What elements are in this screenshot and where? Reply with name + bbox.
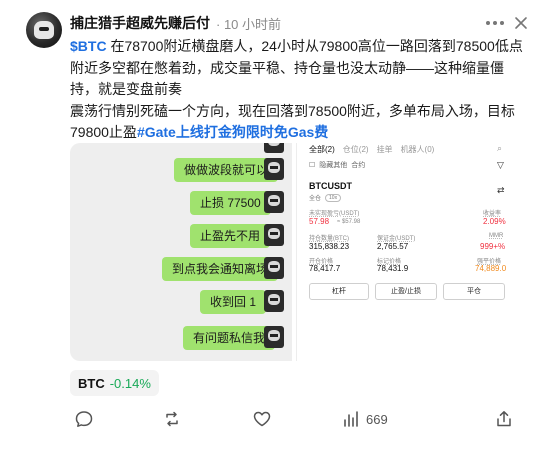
chat-bubble: 做做波段就可以 [174, 158, 279, 182]
post-paragraph-2: 震荡行情别死磕一个方向，现在回落到78500附近，多单布局入场，目标79800止… [70, 101, 528, 144]
chat-avatar [264, 326, 284, 348]
post-paragraph-1: $BTC 在78700附近横盘磨人，24小时从79800高位一路回落到78500… [70, 36, 528, 101]
leverage-button: 杠杆 [309, 283, 369, 300]
post-body: $BTC 在78700附近横盘磨人，24小时从79800高位一路回落到78500… [70, 36, 528, 144]
checkbox-icon: ☐ [309, 162, 316, 169]
cashtag-link[interactable]: $BTC [70, 38, 107, 54]
trade-screenshot: 全部(2) 仓位(2) 挂单 机器人(0) ⌕ ☐ 隐藏其他 合约 ▽ BTCU… [296, 143, 516, 361]
post-text-1: 在78700附近横盘磨人，24小时从79800高位一路回落到78500低点附近多… [70, 38, 523, 97]
trade-label: 持仓数量(BTC) [309, 236, 349, 242]
chat-avatar [264, 257, 284, 279]
trade-subtab: 合约 [351, 162, 366, 169]
close-icon[interactable] [512, 14, 530, 32]
repost-button[interactable] [162, 408, 182, 430]
mark-value: 78,431.9 [377, 264, 409, 273]
share-icon [497, 411, 511, 427]
bar-chart-icon [344, 411, 358, 427]
share-icon: ⇄ [497, 185, 505, 195]
heart-icon [253, 411, 271, 427]
filter-icon: ▽ [497, 160, 504, 170]
trade-tab: 全部(2) [309, 145, 335, 154]
entry-value: 78,417.7 [309, 264, 341, 273]
post-time: · 10 小时前 [216, 16, 282, 32]
chat-avatar [264, 224, 284, 246]
like-button[interactable] [252, 408, 272, 430]
chat-bubble: 收到回 1 [200, 290, 267, 314]
views-counter: 669 [342, 408, 388, 430]
upnl-sub-value: ≈ $57.98 [337, 219, 361, 225]
chat-avatar [264, 290, 284, 312]
trade-pair-sub: 全仓 10x [309, 193, 342, 202]
trade-subtab: 隐藏其他 [319, 162, 348, 169]
more-options-icon[interactable] [486, 18, 506, 28]
chat-screenshot: 做做波段就可以 止损 77500 止盈先不用 到点我会通知离场 收到回 1 有问… [70, 143, 292, 361]
ticker-chip[interactable]: BTC -0.14% [70, 370, 159, 396]
trade-tab: 挂单 [376, 145, 393, 154]
share-button[interactable] [494, 408, 514, 430]
repost-icon [166, 411, 178, 427]
post-card: 捕庄猎手超威先赚后付 · 10 小时前 $BTC 在78700附近横盘磨人，24… [0, 0, 547, 454]
ticker-change: -0.14% [109, 375, 151, 391]
upnl-value: 57.98 [309, 217, 330, 226]
chat-bubble: 止盈先不用 [190, 224, 271, 248]
trade-label: 收益率 [483, 211, 502, 217]
trade-pair: BTCUSDT [309, 181, 352, 191]
action-bar: 669 [70, 408, 520, 430]
tpsl-button: 止盈/止损 [375, 283, 437, 300]
trade-label: 未实现盈亏(USDT) [309, 211, 360, 217]
chat-bubble: 有问题私信我 [183, 326, 276, 350]
trade-tab: 机器人(0) [400, 145, 435, 154]
comment-icon [75, 411, 93, 427]
trade-label: MMR [489, 233, 504, 239]
hashtag-link[interactable]: #Gate上线打金狗限时免Gas费 [137, 124, 328, 140]
margin-value: 2,765.57 [377, 242, 409, 251]
post-header: 捕庄猎手超威先赚后付 · 10 小时前 [70, 14, 281, 32]
margin-mode: 全仓 [309, 196, 322, 202]
roe-value: 2.09% [483, 217, 506, 226]
trade-subtabs: ☐ 隐藏其他 合约 [309, 160, 365, 170]
chat-avatar [264, 191, 284, 213]
chat-avatar [264, 143, 284, 153]
avatar[interactable] [26, 12, 62, 48]
liq-value: 74,889.0 [475, 264, 507, 273]
comment-button[interactable] [74, 408, 94, 430]
chat-bubble: 止损 77500 [190, 191, 271, 215]
post-image[interactable]: 做做波段就可以 止损 77500 止盈先不用 到点我会通知离场 收到回 1 有问… [70, 143, 516, 361]
trade-tab: 仓位(2) [342, 145, 369, 154]
mmr-value: 999+% [480, 242, 506, 251]
username[interactable]: 捕庄猎手超威先赚后付 [70, 13, 210, 33]
size-value: 315,838.23 [309, 242, 350, 251]
ticker-symbol: BTC [78, 375, 105, 391]
views-count: 669 [366, 411, 388, 427]
chat-avatar [264, 158, 284, 180]
trade-tabs: 全部(2) 仓位(2) 挂单 机器人(0) [309, 144, 434, 155]
trade-label: 保证金(USDT) [377, 236, 416, 242]
leverage-badge: 10x [325, 193, 342, 202]
close-position-button: 平仓 [443, 283, 505, 300]
search-icon: ⌕ [497, 143, 503, 153]
chat-bubble: 到点我会通知离场 [162, 257, 279, 281]
